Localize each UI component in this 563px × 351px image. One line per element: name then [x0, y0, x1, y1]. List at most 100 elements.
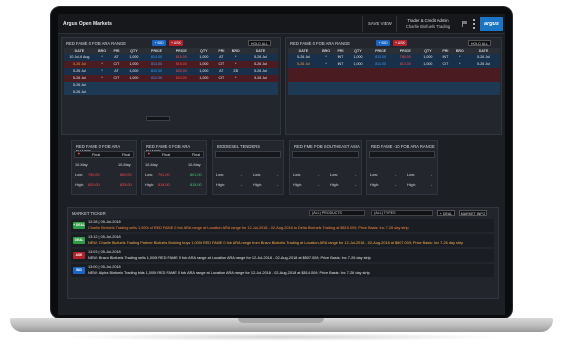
final-bar — [215, 151, 281, 158]
table-cell: 1,000 — [193, 67, 215, 75]
high-right: 825.00 — [120, 183, 132, 187]
table-cell — [123, 81, 145, 89]
high-value: - — [395, 183, 397, 187]
table-cell: * — [228, 60, 243, 68]
pagination-control[interactable] — [146, 116, 170, 121]
table-row[interactable] — [288, 67, 500, 75]
products-filter-value: (ALL) PRODUCTS — [312, 211, 342, 215]
low-label: Low: — [145, 173, 154, 177]
biodiesel-tenders-panel: BIODIESEL TENDERS Low: - Low: - High: - … — [212, 140, 284, 195]
table-cell — [242, 88, 278, 96]
table-row[interactable] — [288, 88, 500, 96]
ticker-badge: BID — [73, 267, 85, 274]
table-cell: 780.00 — [392, 54, 418, 61]
final-right: Final — [192, 153, 201, 157]
panel-title: RED FME FOB SOUTHEAST ASIA — [294, 144, 360, 149]
table-cell: CIT — [109, 74, 124, 82]
table-row[interactable]: 10 Jul-6 Aug * AT 1,000 814.00 815.00 1,000 AT *… — [64, 54, 278, 61]
table-cell: * — [318, 60, 334, 68]
user-name[interactable]: Charlie Biofuels Trading — [400, 24, 456, 29]
market-info-button[interactable]: MARKET INFO — [459, 210, 487, 216]
ticker-item[interactable]: BID 13:00 | 05-Jul-2018 NEW: Alpha Biofuel… — [71, 264, 494, 277]
add-ask-button[interactable]: + ASK — [169, 40, 183, 46]
table-cell: 5-26 Jul — [64, 88, 95, 96]
table-cell: 813.00 — [392, 60, 418, 68]
table-cell: ZB — [228, 67, 243, 75]
down-arrow-icon: ▼ — [147, 152, 151, 156]
table-cell — [452, 88, 468, 96]
table-cell — [392, 88, 418, 96]
table-cell — [214, 81, 229, 89]
final-right: Final — [122, 153, 131, 157]
hold-all-button[interactable]: HOLD ALL — [468, 40, 491, 46]
ticker-time: 12:28 | 05-Jul-2018 — [88, 220, 121, 224]
add-deal-button[interactable]: + DEAL — [437, 210, 455, 216]
table-row[interactable]: 5-26 Jul — [64, 88, 278, 96]
final-bar — [292, 151, 359, 158]
table-cell: 811.00 — [368, 60, 393, 68]
southeast-asia-panel: RED FME FOB SOUTHEAST ASIA Low: - Low: -… — [289, 140, 362, 195]
final-left: Final — [162, 153, 171, 157]
table-row[interactable]: 5-26 Jul * INT 1,000 811.00 813.00 1,000 CIT * 5-… — [288, 60, 500, 68]
user-role: Trader & Credit Admin — [407, 18, 449, 23]
low-value: - — [395, 173, 397, 177]
table-row[interactable]: 5-26 Jul — [64, 81, 278, 89]
ticker-message: Charlie Biofuels Trading sells 1,000t of… — [88, 225, 409, 230]
table-cell — [144, 81, 169, 89]
products-filter-select[interactable]: (ALL) PRODUCTS — [309, 210, 365, 216]
add-ask-button[interactable]: + ASK — [393, 40, 407, 46]
ticker-item[interactable]: ASK 13:03 | 05-Jul-2018 NEW: Bravo Biofuel… — [71, 249, 494, 262]
table-cell — [333, 74, 348, 82]
ticker-badge: DEAL — [73, 237, 85, 244]
table-row[interactable]: 5-26 Jul * CIT 1,000 810.00 824.00 1,000 CIT * 5-… — [64, 74, 278, 82]
table-cell — [467, 88, 500, 96]
high-left: 814.00 — [158, 183, 170, 187]
date-right: 10-May — [188, 163, 201, 167]
table-cell — [417, 88, 439, 96]
table-cell — [242, 81, 278, 89]
types-filter-value: (ALL) TYPES — [374, 211, 396, 215]
table-cell — [392, 74, 418, 82]
hold-all-button[interactable]: HOLD ALL — [248, 40, 271, 46]
ticker-item[interactable]: + DEAL 12:28 | 05-Jul-2018 Charlie Biofuel… — [71, 219, 494, 232]
table-cell: 1,000 — [123, 54, 145, 61]
table-cell: 5-26 Jul — [64, 60, 95, 68]
table-row[interactable] — [288, 74, 500, 82]
high-label: High: — [216, 183, 225, 187]
table-cell: AT — [214, 67, 229, 75]
order-book-table: DATE BRO PRI QTY PRICE PRICE QTY PRI BRO… — [288, 48, 500, 96]
ticker-title: MARKET TICKER — [72, 211, 106, 216]
low-label: Low: — [293, 173, 302, 177]
low-label-right: Low: — [407, 173, 416, 177]
table-row[interactable]: 5-26 Jul * AT 1,000 812.00 820.00 1,000 AT ZB 5-2… — [64, 67, 278, 75]
ticker-item[interactable]: DEAL 13:12 | 05-Jul-2018 NEW: Charlie Biof… — [71, 234, 494, 247]
table-cell: CIT — [214, 74, 229, 82]
final-left: Final — [92, 153, 101, 157]
table-cell: 1,000 — [123, 67, 145, 75]
table-row[interactable]: 5-26 Jul * INT 1,000 813.00 780.00 1,000 INT * 5-… — [288, 54, 500, 61]
ticker-time: 13:03 | 05-Jul-2018 — [88, 250, 121, 254]
table-cell — [168, 88, 194, 96]
add-bid-button[interactable]: + BID — [152, 40, 166, 46]
panel-title: RED FAME -10 FOB ARA RANGE — [371, 144, 435, 149]
table-cell: 1,000 — [347, 54, 369, 61]
table-cell: AT — [109, 54, 124, 61]
kebab-menu-icon[interactable] — [473, 19, 475, 30]
table-row[interactable] — [288, 81, 500, 89]
table-cell — [318, 81, 334, 89]
types-filter-select[interactable]: (ALL) TYPES — [371, 210, 433, 216]
flag-icon[interactable] — [462, 21, 467, 27]
low-value: - — [318, 173, 320, 177]
table-row[interactable]: 5-26 Jul * CIT 1,000 813.00 816.00 1,000 CIT * 5-… — [64, 60, 278, 68]
add-bid-button[interactable]: + BID — [376, 40, 390, 46]
date-left: 10-May — [75, 163, 88, 167]
order-book-panel-1: RED FAME 0 FOB ARA RANGE + BID + ASK HOL… — [61, 37, 281, 135]
ticker-message: NEW: Alpha Biofuels Trading bids 1,000t … — [88, 270, 370, 275]
ticker-message: NEW: Bravo Biofuels Trading sells 1,000t… — [88, 255, 371, 260]
table-cell — [94, 81, 110, 89]
table-cell: 810.00 — [144, 74, 169, 82]
table-cell — [392, 81, 418, 89]
divider — [396, 16, 397, 32]
save-view-button[interactable]: SAVE VIEW — [368, 21, 392, 26]
table-cell: 1,000 — [193, 54, 215, 61]
